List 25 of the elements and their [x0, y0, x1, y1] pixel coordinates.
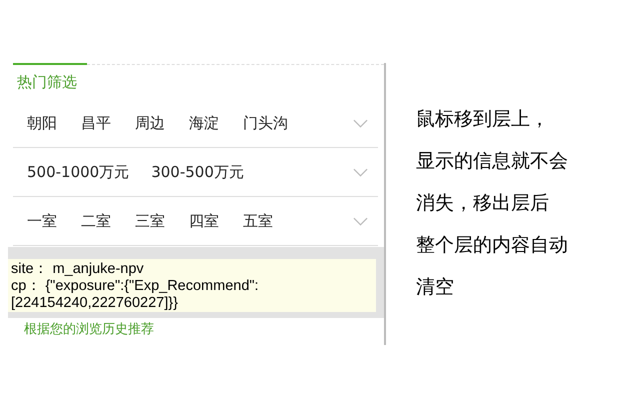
filter-option[interactable]: 昌平: [81, 114, 111, 132]
annotation-text: 清空: [416, 275, 455, 300]
tooltip-line: site： m_anjuke-npv: [11, 261, 145, 278]
filter-option[interactable]: 二室: [81, 212, 111, 230]
section-title: 热门筛选: [16, 72, 78, 93]
filter-option[interactable]: 四室: [189, 212, 219, 230]
annotation-text: 显示的信息就不会: [416, 149, 568, 174]
filter-option[interactable]: 周边: [135, 114, 165, 132]
chevron-down-icon[interactable]: [353, 118, 368, 128]
filter-option[interactable]: 三室: [135, 212, 165, 230]
filter-option[interactable]: 一室: [27, 212, 57, 230]
filter-option[interactable]: 门头沟: [243, 114, 288, 132]
filter-option[interactable]: 朝阳: [27, 114, 57, 132]
annotation-text: 消失，移出层后: [416, 191, 550, 216]
filter-option[interactable]: 海淀: [189, 114, 219, 132]
annotation-text: 整个层的内容自动: [416, 233, 568, 258]
chevron-down-icon[interactable]: [353, 168, 368, 176]
recommend-heading: 根据您的浏览历史推荐: [23, 321, 155, 338]
tooltip-line: cp： {"exposure":{"Exp_Recommend":: [11, 278, 260, 295]
chevron-down-icon[interactable]: [353, 216, 368, 226]
filter-option[interactable]: 500-1000万元: [27, 162, 130, 182]
filter-option[interactable]: 300-500万元: [151, 162, 244, 182]
filter-option[interactable]: 五室: [243, 212, 273, 230]
tooltip-line: [224154240,222760227]}}: [11, 295, 179, 312]
annotation-text: 鼠标移到层上，: [416, 107, 550, 132]
